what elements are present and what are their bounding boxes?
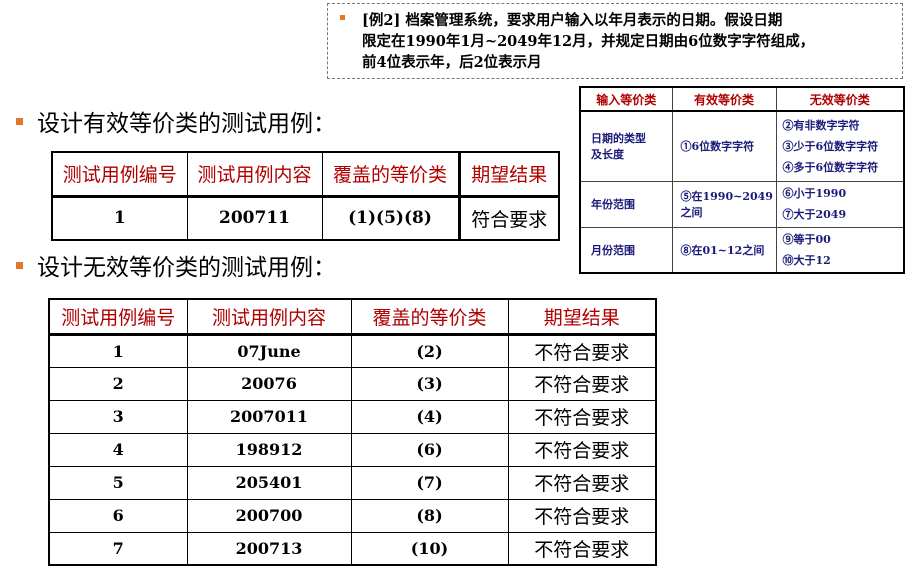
cell-classes: (2) xyxy=(350,333,509,368)
cell-content: 20076 xyxy=(186,366,352,401)
col-header: 测试用例内容 xyxy=(186,151,323,198)
valid-class-cell: ⑧在01~12之间 xyxy=(671,226,777,274)
valid-class-cell: ⑤在1990~2049 之间 xyxy=(671,180,777,228)
invalid-class-text: ③少于6位数字字符 xyxy=(782,139,879,153)
table-row: 年份范围 ⑤在1990~2049 之间 ⑥小于1990 ⑦大于2049 xyxy=(579,180,905,228)
table-header-row: 输入等价类 有效等价类 无效等价类 xyxy=(579,86,905,112)
col-header: 覆盖的等价类 xyxy=(321,151,460,198)
table-row: 6 200700 (8) 不符合要求 xyxy=(48,498,657,533)
input-class-cell: 月份范围 xyxy=(579,226,673,274)
invalid-heading-text: 设计无效等价类的测试用例： xyxy=(37,255,336,281)
cell-content: 200711 xyxy=(186,195,323,241)
cell-id: 2 xyxy=(48,366,188,401)
invalid-class-text: ②有非数字字符 xyxy=(782,118,860,132)
table-row: 3 2007011 (4) 不符合要求 xyxy=(48,399,657,434)
cell-classes: (10) xyxy=(350,531,509,566)
table-row: 7 200713 (10) 不符合要求 xyxy=(48,531,657,566)
invalid-heading: 设计无效等价类的测试用例： xyxy=(16,254,336,282)
note-line-1: [例2] 档案管理系统，要求用户输入以年月表示的日期。假设日期 xyxy=(362,12,783,29)
cell-classes: (4) xyxy=(350,399,509,434)
cell-classes: (3) xyxy=(350,366,509,401)
invalid-class-cell: ⑨等于00 ⑩大于12 xyxy=(775,226,905,274)
invalid-class-cell: ②有非数字字符 ③少于6位数字字符 ④多于6位数字字符 xyxy=(775,110,905,182)
table-header-row: 测试用例编号 测试用例内容 覆盖的等价类 期望结果 xyxy=(48,298,657,336)
cell-content: 07June xyxy=(186,333,352,368)
input-class-text: 月份范围 xyxy=(591,243,635,257)
cell-classes: (6) xyxy=(350,432,509,467)
invalid-class-text: ⑩大于12 xyxy=(782,253,831,267)
valid-class-text: ⑧在01~12之间 xyxy=(680,243,765,257)
input-class-cell: 年份范围 xyxy=(579,180,673,228)
table-row: 5 205401 (7) 不符合要求 xyxy=(48,465,657,500)
table-row: 日期的类型 及长度 ①6位数字字符 ②有非数字字符 ③少于6位数字字符 ④多于6… xyxy=(579,110,905,182)
cell-result: 不符合要求 xyxy=(507,465,657,500)
cell-result: 不符合要求 xyxy=(507,432,657,467)
invalid-class-text: ④多于6位数字字符 xyxy=(782,160,879,174)
col-header: 测试用例内容 xyxy=(186,298,352,336)
input-class-text: 及长度 xyxy=(591,148,624,162)
cell-content: 200713 xyxy=(186,531,352,566)
table-row: 2 20076 (3) 不符合要求 xyxy=(48,366,657,401)
cell-id: 7 xyxy=(48,531,188,566)
valid-class-cell: ①6位数字字符 xyxy=(671,110,777,182)
valid-test-table: 测试用例编号 测试用例内容 覆盖的等价类 期望结果 1 200711 (1)(5… xyxy=(51,151,560,241)
equivalence-class-table: 输入等价类 有效等价类 无效等价类 日期的类型 及长度 ①6位数字字符 ②有非数… xyxy=(579,86,905,274)
cell-id: 1 xyxy=(51,195,188,241)
table-row: 月份范围 ⑧在01~12之间 ⑨等于00 ⑩大于12 xyxy=(579,226,905,274)
invalid-class-text: ⑥小于1990 xyxy=(782,187,847,200)
bullet-icon xyxy=(16,262,23,269)
cell-result: 不符合要求 xyxy=(507,498,657,533)
table-row: 1 07June (2) 不符合要求 xyxy=(48,333,657,368)
input-class-cell: 日期的类型 及长度 xyxy=(579,110,673,182)
valid-heading: 设计有效等价类的测试用例： xyxy=(16,110,336,138)
col-header: 期望结果 xyxy=(507,298,657,336)
note-line-2: 限定在1990年1月~2049年12月，并规定日期由6位数字字符组成， xyxy=(362,33,815,50)
cell-id: 6 xyxy=(48,498,188,533)
col-header: 无效等价类 xyxy=(775,86,905,112)
invalid-class-text: ⑦大于2049 xyxy=(782,208,847,221)
table-row: 1 200711 (1)(5)(8) 符合要求 xyxy=(51,195,560,241)
cell-classes: (7) xyxy=(350,465,509,500)
cell-id: 5 xyxy=(48,465,188,500)
col-header: 有效等价类 xyxy=(671,86,777,112)
cell-id: 3 xyxy=(48,399,188,434)
problem-note: [例2] 档案管理系统，要求用户输入以年月表示的日期。假设日期 限定在1990年… xyxy=(327,3,903,79)
invalid-test-table: 测试用例编号 测试用例内容 覆盖的等价类 期望结果 1 07June (2) 不… xyxy=(48,298,657,566)
cell-content: 2007011 xyxy=(186,399,352,434)
valid-class-text: ⑤在1990~2049 xyxy=(680,190,773,203)
cell-result: 不符合要求 xyxy=(507,531,657,566)
cell-id: 4 xyxy=(48,432,188,467)
col-header: 测试用例编号 xyxy=(51,151,188,198)
valid-heading-text: 设计有效等价类的测试用例： xyxy=(37,111,336,137)
cell-classes: (8) xyxy=(350,498,509,533)
cell-result: 不符合要求 xyxy=(507,333,657,368)
cell-content: 205401 xyxy=(186,465,352,500)
bullet-icon xyxy=(16,118,23,125)
cell-content: 200700 xyxy=(186,498,352,533)
col-header: 覆盖的等价类 xyxy=(350,298,509,336)
cell-id: 1 xyxy=(48,333,188,368)
cell-result: 符合要求 xyxy=(457,195,560,241)
col-header: 测试用例编号 xyxy=(48,298,188,336)
cell-classes: (1)(5)(8) xyxy=(321,195,460,241)
cell-result: 不符合要求 xyxy=(507,366,657,401)
invalid-class-cell: ⑥小于1990 ⑦大于2049 xyxy=(775,180,905,228)
table-row: 4 198912 (6) 不符合要求 xyxy=(48,432,657,467)
bullet-icon xyxy=(340,15,345,20)
invalid-class-text: ⑨等于00 xyxy=(782,232,831,246)
note-line-3: 前4位表示年，后2位表示月 xyxy=(362,54,542,71)
cell-result: 不符合要求 xyxy=(507,399,657,434)
table-header-row: 测试用例编号 测试用例内容 覆盖的等价类 期望结果 xyxy=(51,151,560,198)
col-header: 输入等价类 xyxy=(579,86,673,112)
valid-class-text: ①6位数字字符 xyxy=(680,140,755,154)
input-class-text: 日期的类型 xyxy=(591,132,646,146)
col-header: 期望结果 xyxy=(457,151,560,198)
input-class-text: 年份范围 xyxy=(591,198,635,211)
valid-class-text: 之间 xyxy=(680,206,703,219)
cell-content: 198912 xyxy=(186,432,352,467)
